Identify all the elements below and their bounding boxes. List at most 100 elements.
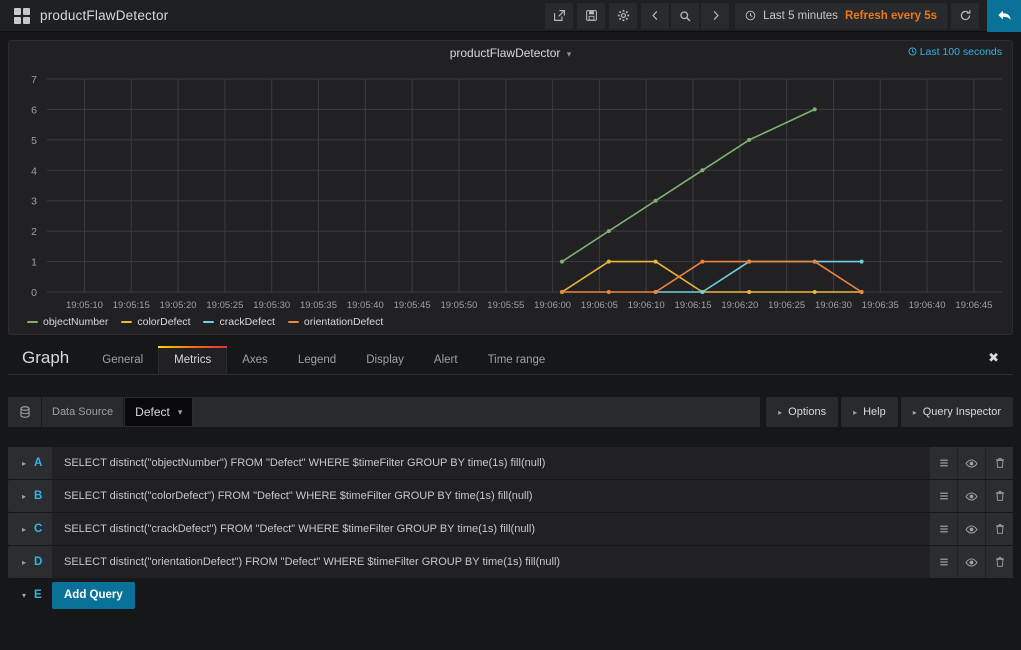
options-button[interactable]: ▸ Options (766, 397, 839, 427)
query-delete-icon[interactable] (986, 546, 1013, 578)
chevron-down-icon: ▾ (22, 590, 27, 600)
trash-icon (995, 491, 1004, 501)
query-visibility-icon[interactable] (958, 513, 985, 545)
series-line-colorDefect (561, 260, 863, 293)
series-line-objectNumber (561, 108, 816, 263)
legend-item-objectNumber[interactable]: objectNumber (27, 316, 108, 328)
refresh-icon (960, 10, 970, 21)
help-button[interactable]: ▸ Help (841, 397, 898, 427)
query-text-D[interactable]: SELECT distinct("orientationDefect") FRO… (52, 546, 929, 578)
query-actions (929, 480, 1013, 512)
back-arrow-icon (997, 10, 1011, 21)
button-label: Help (863, 406, 886, 418)
x-tick-label: 19:06:40 (909, 300, 946, 311)
query-inspector-button[interactable]: ▸ Query Inspector (900, 397, 1013, 427)
tab-display[interactable]: Display (351, 354, 419, 374)
add-query-letter: E (34, 589, 42, 601)
x-tick-label: 19:05:50 (440, 300, 477, 311)
query-letter: C (34, 523, 43, 535)
share-dashboard-button[interactable] (545, 2, 574, 29)
query-visibility-icon[interactable] (958, 546, 985, 578)
data-point-orientationDefect (812, 259, 817, 264)
refresh-button[interactable] (951, 2, 979, 29)
query-text-A[interactable]: SELECT distinct("objectNumber") FROM "De… (52, 447, 929, 479)
data-point-orientationDefect (700, 259, 705, 264)
tab-time-range[interactable]: Time range (473, 354, 561, 374)
tab-general[interactable]: General (87, 354, 158, 374)
query-toggle-B[interactable]: ▸ B (8, 480, 52, 512)
panel-time-info-label: Last 100 seconds (919, 46, 1002, 58)
query-visibility-icon[interactable] (958, 447, 985, 479)
query-text-C[interactable]: SELECT distinct("crackDefect") FROM "Def… (52, 513, 929, 545)
datasource-select[interactable]: Defect ▾ (124, 397, 194, 427)
add-query-button[interactable]: Add Query (52, 581, 135, 609)
datasource-filler (193, 397, 761, 427)
clock-icon (908, 47, 917, 56)
editor-title: Graph (22, 348, 70, 367)
tab-legend[interactable]: Legend (283, 354, 351, 374)
y-tick-label: 5 (31, 135, 37, 147)
chart-area[interactable]: 0 1 2 3 4 5 6 7 19:05:10 19:05:15 19:05:20 19:05:25… (9, 67, 1014, 332)
legend-label: objectNumber (43, 316, 109, 328)
zoom-out-button[interactable] (671, 2, 700, 29)
expand-triangle-icon: ▸ (22, 458, 27, 468)
tab-axes[interactable]: Axes (227, 354, 283, 374)
query-delete-icon[interactable] (986, 447, 1013, 479)
list-icon (939, 525, 948, 533)
query-toggle-editor-icon[interactable] (930, 447, 957, 479)
x-tick-label: 19:05:55 (487, 300, 524, 311)
x-tick-label: 19:06:25 (768, 300, 805, 311)
save-icon (585, 10, 597, 21)
save-dashboard-button[interactable] (577, 2, 606, 29)
query-letter: B (34, 490, 43, 502)
top-navbar: productFlawDetector Last 5 minutes Refre… (0, 0, 1021, 32)
x-tick-label: 19:05:45 (394, 300, 431, 311)
query-toggle-editor-icon[interactable] (930, 513, 957, 545)
tab-metrics[interactable]: Metrics (158, 346, 228, 374)
dashboard-settings-button[interactable] (609, 2, 638, 29)
data-point-objectNumber (653, 198, 658, 203)
query-toggle-editor-icon[interactable] (930, 480, 957, 512)
close-editor-button[interactable]: ✖ (974, 350, 1013, 374)
expand-triangle-icon: ▸ (22, 557, 27, 567)
datasource-row: Data Source Defect ▾ ▸ Options ▸ Help ▸ Query… (8, 397, 1013, 427)
eye-icon (965, 524, 978, 534)
add-query-handle[interactable]: ▾ E (8, 589, 52, 601)
x-tick-label: 19:05:35 (300, 300, 337, 311)
x-tick-label: 19:06:20 (721, 300, 758, 311)
time-range-picker[interactable]: Last 5 minutes Refresh every 5s (735, 2, 947, 29)
data-point-colorDefect (747, 290, 752, 294)
list-icon (939, 492, 948, 500)
legend-item-orientationDefect[interactable]: orientationDefect (287, 316, 383, 328)
query-letter: A (34, 457, 43, 469)
refresh-interval-label: Refresh every 5s (844, 9, 937, 22)
dashboard-title: productFlawDetector (40, 8, 169, 23)
panel-header: productFlawDetector ▾ Last 100 seconds (9, 41, 1012, 67)
legend-item-crackDefect[interactable]: crackDefect (203, 316, 275, 328)
chart-legend: objectNumber colorDefect crackDefect orient… (27, 316, 383, 328)
query-delete-icon[interactable] (986, 513, 1013, 545)
back-to-dashboard-button[interactable] (987, 0, 1021, 32)
time-shift-forward-button[interactable] (701, 2, 730, 29)
line-chart[interactable]: 0 1 2 3 4 5 6 7 19:05:10 19:05:15 19:05:20 19:05:25… (9, 67, 1014, 332)
x-tick-label: 19:05:10 (66, 300, 103, 311)
brand[interactable]: productFlawDetector (0, 7, 169, 24)
query-toggle-C[interactable]: ▸ C (8, 513, 52, 545)
data-point-objectNumber (560, 259, 564, 264)
time-shift-back-button[interactable] (641, 2, 670, 29)
panel-title[interactable]: productFlawDetector ▾ (450, 46, 572, 60)
panel-editor: Graph General Metrics Axes Legend Display Ale… (8, 341, 1013, 611)
query-toggle-editor-icon[interactable] (930, 546, 957, 578)
x-tick-label: 19:06:15 (675, 300, 712, 311)
query-text-B[interactable]: SELECT distinct("colorDefect") FROM "Def… (52, 480, 929, 512)
tab-alert[interactable]: Alert (419, 354, 473, 374)
eye-icon (965, 458, 978, 468)
query-visibility-icon[interactable] (958, 480, 985, 512)
query-delete-icon[interactable] (986, 480, 1013, 512)
expand-triangle-icon: ▸ (853, 407, 858, 417)
query-toggle-A[interactable]: ▸ A (8, 447, 52, 479)
list-icon (939, 459, 948, 467)
query-toggle-D[interactable]: ▸ D (8, 546, 52, 578)
expand-triangle-icon: ▸ (22, 491, 27, 501)
legend-item-colorDefect[interactable]: colorDefect (121, 316, 190, 328)
